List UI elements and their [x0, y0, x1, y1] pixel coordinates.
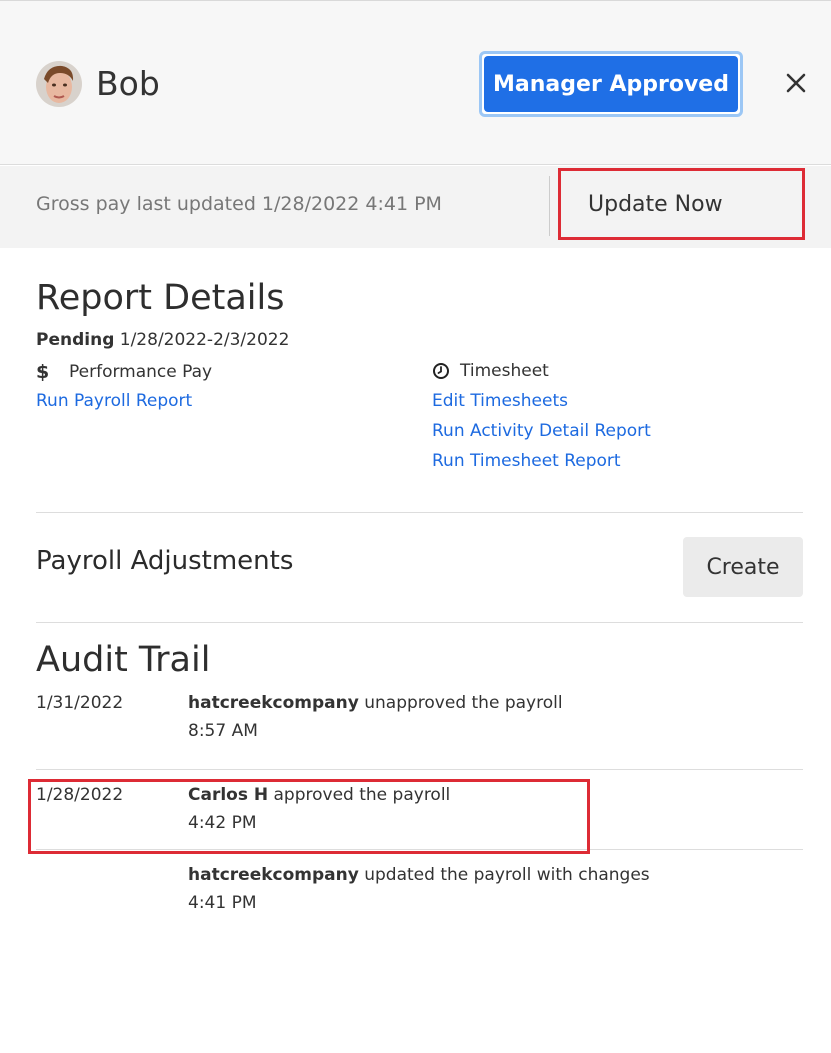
- report-details-title: Report Details: [36, 278, 285, 318]
- performance-pay-label: Performance Pay: [69, 362, 213, 382]
- timesheet-heading: Timesheet: [432, 361, 549, 381]
- audit-entry-date: 1/31/2022: [36, 693, 124, 713]
- section-divider: [36, 512, 803, 513]
- manager-approved-label: Manager Approved: [484, 56, 738, 112]
- audit-entry: hatcreekcompany unapproved the payroll 8…: [188, 689, 563, 745]
- audit-trail-title: Audit Trail: [36, 640, 211, 680]
- bar-divider: [549, 176, 550, 236]
- clock-icon: [432, 361, 452, 381]
- dollar-icon: $: [36, 361, 50, 383]
- edit-timesheets-link[interactable]: Edit Timesheets: [432, 391, 568, 411]
- create-adjustment-button[interactable]: Create: [683, 537, 803, 597]
- pay-period-range: 1/28/2022-2/3/2022: [119, 330, 290, 350]
- run-payroll-report-link[interactable]: Run Payroll Report: [36, 391, 192, 411]
- audit-action: unapproved the payroll: [364, 693, 563, 713]
- pending-label: Pending: [36, 330, 115, 350]
- section-divider: [36, 622, 803, 623]
- audit-time: 8:57 AM: [188, 721, 258, 741]
- timesheet-label: Timesheet: [460, 361, 549, 381]
- audit-divider: [36, 769, 803, 770]
- user-name: Bob: [96, 64, 160, 103]
- drawer-header: Bob Manager Approved: [0, 0, 831, 165]
- payroll-adjustments-title: Payroll Adjustments: [36, 546, 294, 576]
- close-icon[interactable]: [778, 65, 814, 101]
- audit-entry: hatcreekcompany updated the payroll with…: [188, 861, 650, 917]
- audit-time: 4:41 PM: [188, 893, 257, 913]
- avatar: [36, 61, 82, 107]
- performance-pay-heading: $ Performance Pay: [36, 361, 212, 383]
- audit-actor: hatcreekcompany: [188, 693, 359, 713]
- update-now-button[interactable]: Update Now: [558, 168, 805, 240]
- pending-status: Pending 1/28/2022-2/3/2022: [36, 330, 289, 350]
- audit-action: updated the payroll with changes: [364, 865, 650, 885]
- highlight-annotation: [28, 779, 590, 854]
- gross-pay-updated-text: Gross pay last updated 1/28/2022 4:41 PM: [36, 193, 442, 215]
- run-activity-detail-report-link[interactable]: Run Activity Detail Report: [432, 421, 651, 441]
- manager-approved-button[interactable]: Manager Approved: [479, 51, 743, 117]
- audit-actor: hatcreekcompany: [188, 865, 359, 885]
- run-timesheet-report-link[interactable]: Run Timesheet Report: [432, 451, 621, 471]
